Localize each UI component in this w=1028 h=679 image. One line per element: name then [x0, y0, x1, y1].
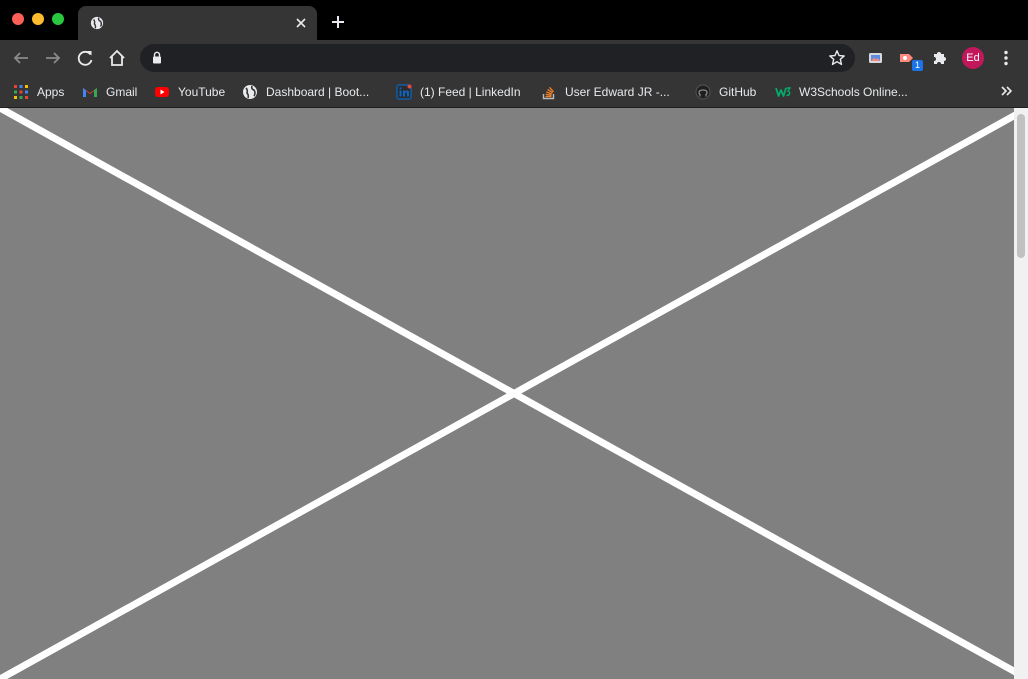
bookmarks-bar: Apps Gmail YouTube Dashboard | Boot... (…	[0, 76, 1028, 108]
bookmark-gmail[interactable]: Gmail	[82, 82, 137, 102]
bookmark-label: W3Schools Online...	[799, 85, 908, 99]
chevron-double-right-icon[interactable]	[1000, 84, 1014, 98]
linkedin-icon	[396, 84, 412, 100]
bookmark-label: YouTube	[178, 85, 226, 99]
window-maximize-button[interactable]	[52, 13, 64, 25]
github-icon	[695, 84, 711, 100]
forward-arrow-icon[interactable]	[43, 48, 63, 68]
address-bar[interactable]	[140, 44, 855, 72]
bookmark-label: GitHub	[719, 85, 757, 99]
back-arrow-icon[interactable]	[11, 48, 31, 68]
bookmark-apps[interactable]: Apps	[13, 82, 64, 102]
new-tab-icon[interactable]	[330, 14, 346, 30]
browser-toolbar: 1 Ed	[0, 40, 1028, 76]
page-scrollbar[interactable]	[1014, 108, 1028, 679]
extensions-puzzle-icon[interactable]	[930, 48, 950, 68]
bookmark-label: Dashboard | Boot...	[266, 85, 370, 99]
lock-icon[interactable]	[152, 51, 162, 64]
profile-avatar[interactable]: Ed	[962, 47, 984, 69]
home-icon[interactable]	[107, 48, 127, 68]
apps-grid-icon	[14, 85, 28, 99]
bookmark-label: User Edward JR -...	[565, 85, 670, 99]
bookmark-label: Apps	[37, 85, 65, 99]
extension-badge: 1	[912, 60, 923, 71]
globe-icon	[90, 16, 104, 30]
tab-strip	[0, 0, 1028, 40]
window-minimize-button[interactable]	[32, 13, 44, 25]
reload-icon[interactable]	[75, 48, 95, 68]
bookmark-dashboard[interactable]: Dashboard | Boot...	[242, 82, 369, 102]
extension-gallery-icon[interactable]	[866, 48, 886, 68]
more-menu-icon[interactable]	[996, 48, 1016, 68]
w3schools-icon	[775, 87, 791, 97]
bookmark-github[interactable]: GitHub	[695, 82, 756, 102]
gmail-icon	[83, 88, 97, 97]
browser-tab[interactable]	[78, 6, 317, 40]
page-content-placeholder	[0, 108, 1028, 679]
close-tab-icon[interactable]	[293, 15, 309, 31]
bookmark-label: Gmail	[106, 85, 138, 99]
bookmark-label: (1) Feed | LinkedIn	[420, 85, 521, 99]
bookmark-youtube[interactable]: YouTube	[154, 82, 225, 102]
globe-icon	[243, 85, 257, 99]
window-close-button[interactable]	[12, 13, 24, 25]
stackoverflow-icon	[542, 86, 555, 100]
bookmark-star-icon[interactable]	[828, 49, 846, 67]
cross-placeholder-graphic	[0, 108, 1028, 679]
scrollbar-thumb[interactable]	[1017, 114, 1025, 258]
bookmark-linkedin[interactable]: (1) Feed | LinkedIn	[396, 82, 521, 102]
bookmark-w3schools[interactable]: W3Schools Online...	[775, 82, 908, 102]
bookmark-stackoverflow[interactable]: User Edward JR -...	[541, 82, 670, 102]
youtube-icon	[155, 87, 169, 97]
